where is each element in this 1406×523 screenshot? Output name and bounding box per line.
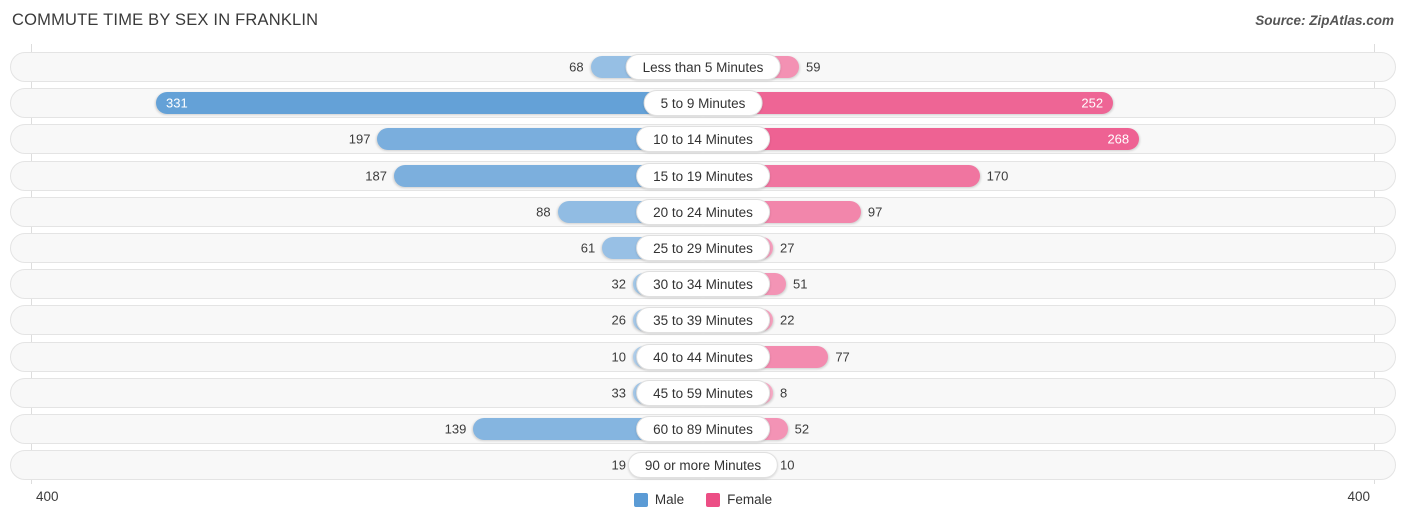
- bar-value-male: 61: [580, 240, 596, 256]
- bar-value-male: 26: [611, 312, 626, 328]
- table-row[interactable]: 61 27 25 to 29 Minutes: [10, 233, 1396, 263]
- bar-value-female: 8: [780, 385, 788, 401]
- bar-value-female: 59: [806, 59, 821, 75]
- bar-value-female: 10: [780, 457, 795, 473]
- bar-value-female: 22: [780, 312, 795, 328]
- chart-header: COMMUTE TIME BY SEX IN FRANKLIN Source: …: [0, 0, 1406, 44]
- chart-footer: 400 400 Male Female: [0, 484, 1406, 523]
- table-row[interactable]: 197 268 10 to 14 Minutes: [10, 124, 1396, 155]
- bar-male[interactable]: 331: [156, 92, 703, 115]
- table-row[interactable]: 10 77 40 to 44 Minutes: [10, 341, 1396, 372]
- bar-value-female: 268: [1107, 131, 1130, 147]
- legend-label: Male: [654, 492, 685, 507]
- source-attribution: Source: ZipAtlas.com: [1255, 13, 1394, 28]
- bar-value-male: 197: [348, 131, 371, 147]
- bar-value-female: 252: [1081, 95, 1104, 111]
- category-label: 15 to 19 Minutes: [636, 162, 770, 189]
- bar-value-female: 77: [835, 349, 850, 365]
- legend-swatch-icon: [706, 492, 721, 507]
- table-row[interactable]: 26 22 35 to 39 Minutes: [10, 305, 1396, 336]
- table-row[interactable]: 139 52 60 to 89 Minutes: [10, 414, 1396, 444]
- bar-value-female: 27: [780, 240, 795, 256]
- legend-item-male[interactable]: Male: [633, 492, 685, 507]
- bar-value-male: 68: [569, 59, 584, 75]
- table-row[interactable]: 33 8 45 to 59 Minutes: [10, 377, 1396, 408]
- legend-item-female[interactable]: Female: [706, 492, 772, 507]
- bar-value-male: 331: [166, 95, 188, 111]
- bar-female[interactable]: 252: [703, 92, 1114, 115]
- bar-value-male: 32: [611, 276, 626, 292]
- category-label: 90 or more Minutes: [627, 452, 779, 479]
- legend-label: Female: [727, 492, 773, 507]
- bar-value-male: 187: [365, 168, 387, 184]
- bar-value-male: 10: [611, 349, 626, 365]
- table-row[interactable]: 68 59 Less than 5 Minutes: [10, 52, 1396, 82]
- category-label: 60 to 89 Minutes: [636, 416, 770, 442]
- table-row[interactable]: 187 170 15 to 19 Minutes: [10, 160, 1396, 191]
- category-label: 20 to 24 Minutes: [636, 198, 770, 225]
- bar-value-male: 88: [536, 204, 551, 220]
- table-row[interactable]: 88 97 20 to 24 Minutes: [10, 196, 1396, 227]
- chart-plot-area: 68 59 Less than 5 Minutes 331 252 5 to 9 Minu…: [0, 44, 1406, 484]
- bar-value-male: 19: [611, 457, 626, 473]
- category-label: Less than 5 Minutes: [625, 54, 781, 80]
- bar-value-female: 97: [867, 204, 883, 220]
- category-label: 10 to 14 Minutes: [636, 126, 770, 153]
- page-title: COMMUTE TIME BY SEX IN FRANKLIN: [12, 11, 319, 29]
- category-label: 40 to 44 Minutes: [636, 343, 770, 370]
- table-row[interactable]: 32 51 30 to 34 Minutes: [10, 269, 1396, 300]
- category-label: 25 to 29 Minutes: [636, 235, 770, 261]
- category-label: 30 to 34 Minutes: [636, 271, 770, 298]
- category-label: 5 to 9 Minutes: [643, 90, 763, 117]
- bar-value-male: 33: [611, 385, 626, 401]
- chart-legend: Male Female: [0, 492, 1406, 507]
- table-row[interactable]: 331 252 5 to 9 Minutes: [10, 88, 1396, 119]
- bar-value-female: 52: [794, 421, 810, 437]
- table-row[interactable]: 19 10 90 or more Minutes: [10, 450, 1396, 481]
- category-label: 35 to 39 Minutes: [636, 307, 770, 334]
- bar-value-female: 170: [986, 168, 1009, 184]
- bar-value-male: 139: [444, 421, 467, 437]
- legend-swatch-icon: [633, 492, 648, 507]
- category-label: 45 to 59 Minutes: [636, 379, 770, 406]
- bar-value-female: 51: [793, 276, 808, 292]
